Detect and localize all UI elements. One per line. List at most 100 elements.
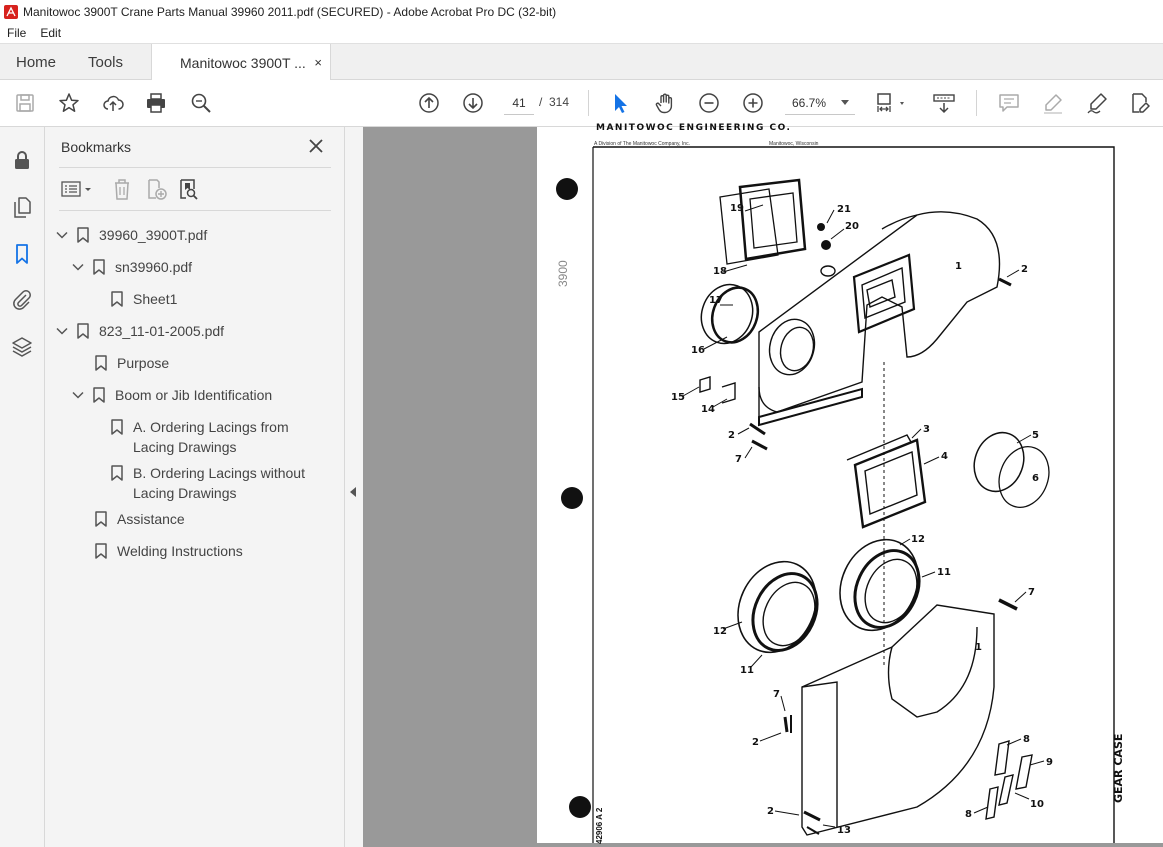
bookmark-icon[interactable] (11, 243, 33, 265)
bookmarks-panel: Bookmarks 39960_3900T.pdf sn39960.pdf Sh… (45, 127, 345, 847)
lock-icon[interactable] (11, 149, 33, 171)
hand-tool-icon[interactable] (653, 91, 677, 115)
part-label-11: 11 (937, 567, 951, 578)
bookmark-item[interactable]: sn39960.pdf (71, 257, 192, 277)
chevron-down-icon[interactable] (55, 324, 69, 338)
upload-cloud-icon[interactable] (101, 91, 125, 115)
tab-close-icon[interactable]: × (314, 55, 322, 70)
binder-hole (561, 487, 583, 509)
bookmark-item[interactable]: Welding Instructions (95, 541, 243, 561)
select-cursor-icon[interactable] (608, 91, 632, 115)
page-thumbnails-icon[interactable] (11, 196, 33, 218)
title-bar: Manitowoc 3900T Crane Parts Manual 39960… (0, 0, 1163, 23)
comment-icon[interactable] (997, 91, 1021, 115)
layers-icon[interactable] (11, 336, 33, 358)
part-label-2: 2 (728, 430, 735, 441)
bookmark-item[interactable]: B. Ordering Lacings without Lacing Drawi… (111, 463, 331, 503)
bookmark-label: Boom or Jib Identification (115, 387, 273, 403)
gear-case-exploded-drawing: 3900 19 21 20 1 2 18 17 16 15 14 2 7 3 4… (556, 146, 1115, 843)
bookmark-item[interactable]: A. Ordering Lacings from Lacing Drawings (111, 417, 321, 457)
previous-page-icon[interactable] (417, 91, 441, 115)
part-label-19: 19 (730, 203, 744, 214)
bookmark-label: A. Ordering Lacings from Lacing Drawings (133, 419, 289, 455)
window-title: Manitowoc 3900T Crane Parts Manual 39960… (23, 4, 557, 19)
bookmark-item[interactable]: Sheet1 (111, 289, 177, 309)
zoom-dropdown[interactable]: 66.7% (785, 91, 855, 115)
zoom-in-icon[interactable] (741, 91, 765, 115)
bookmark-icon (111, 419, 123, 435)
bookmark-icon (93, 259, 105, 275)
tab-document[interactable]: Manitowoc 3900T ... × (151, 44, 331, 81)
zoom-out-icon[interactable] (697, 91, 721, 115)
menu-edit[interactable]: Edit (33, 26, 68, 40)
bookmark-icon (93, 387, 105, 403)
toolbar-divider (588, 90, 589, 116)
sign-pen-icon[interactable] (1085, 91, 1109, 115)
part-label-14: 14 (701, 404, 715, 415)
acrobat-logo-icon (4, 4, 18, 19)
drawing-side-title: GEAR CASE (1112, 733, 1125, 803)
bookmark-label: Assistance (117, 511, 185, 527)
chevron-down-icon[interactable] (71, 260, 85, 274)
part-label-15: 15 (671, 392, 685, 403)
part-label-7: 7 (735, 454, 742, 465)
tab-home[interactable]: Home (16, 44, 56, 80)
print-icon[interactable] (144, 91, 168, 115)
document-viewport[interactable]: MANITOWOC ENGINEERING CO. A Division of … (363, 123, 1163, 847)
part-1-upper-housing (758, 211, 1001, 427)
bookmark-item[interactable]: Purpose (95, 353, 169, 373)
find-bookmark-icon[interactable] (177, 178, 199, 200)
find-zoom-icon[interactable] (189, 91, 213, 115)
bookmark-icon (95, 511, 107, 527)
highlight-pen-icon[interactable] (1041, 91, 1065, 115)
bookmark-item[interactable]: 39960_3900T.pdf (55, 225, 207, 245)
page-number-input[interactable] (504, 91, 534, 115)
scrolling-mode-icon[interactable] (932, 91, 956, 115)
star-icon[interactable] (57, 91, 81, 115)
bookmark-item[interactable]: Assistance (95, 509, 185, 529)
edit-document-icon[interactable] (1128, 91, 1152, 115)
part-label-20: 20 (845, 221, 859, 232)
part-label-5: 5 (1032, 430, 1039, 441)
bookmark-item[interactable]: Boom or Jib Identification (71, 385, 272, 405)
toolbar-divider (976, 90, 977, 116)
panel-collapse-handle[interactable] (345, 127, 363, 847)
page-fit-icon[interactable] (875, 91, 909, 115)
part-label-8: 8 (965, 809, 972, 820)
part-19-cover (719, 178, 807, 265)
tab-document-label: Manitowoc 3900T ... (180, 54, 306, 71)
save-icon[interactable] (13, 91, 37, 115)
bookmark-icon (95, 355, 107, 371)
chevron-down-icon[interactable] (55, 228, 69, 242)
tab-tools[interactable]: Tools (88, 44, 123, 80)
next-page-icon[interactable] (461, 91, 485, 115)
part-label-1: 1 (955, 261, 962, 272)
acrobat-window: Manitowoc 3900T Crane Parts Manual 39960… (0, 0, 1163, 847)
bookmark-icon (77, 323, 89, 339)
menu-file[interactable]: File (0, 26, 33, 40)
part-label-12: 12 (713, 626, 727, 637)
bookmark-icon (95, 543, 107, 559)
part-label-9: 9 (1046, 757, 1053, 768)
delete-trash-icon[interactable] (111, 178, 133, 200)
main-toolbar: / 314 66.7% (0, 80, 1163, 127)
close-icon[interactable] (307, 137, 325, 155)
bookmark-toolbar (59, 167, 331, 211)
page-separator: / (539, 95, 543, 109)
bookmark-label: 39960_3900T.pdf (99, 227, 208, 243)
part-label-10: 10 (1030, 799, 1044, 810)
bookmark-item[interactable]: 823_11-01-2005.pdf (55, 321, 224, 341)
part-label-13: 13 (837, 825, 851, 836)
page-total: 314 (549, 95, 570, 109)
tab-bar: Home Tools Manitowoc 3900T ... × (0, 43, 1163, 81)
part-label-8: 8 (1023, 734, 1030, 745)
part-label-2: 2 (752, 737, 759, 748)
part-label-11: 11 (740, 665, 754, 676)
attachment-icon[interactable] (11, 289, 33, 311)
new-bookmark-icon[interactable] (145, 178, 167, 200)
chevron-down-icon[interactable] (71, 388, 85, 402)
bookmark-label: sn39960.pdf (115, 259, 193, 275)
part-label-2: 2 (1021, 264, 1028, 275)
options-menu-icon[interactable] (61, 178, 95, 200)
bookmark-label: Sheet1 (133, 291, 178, 307)
